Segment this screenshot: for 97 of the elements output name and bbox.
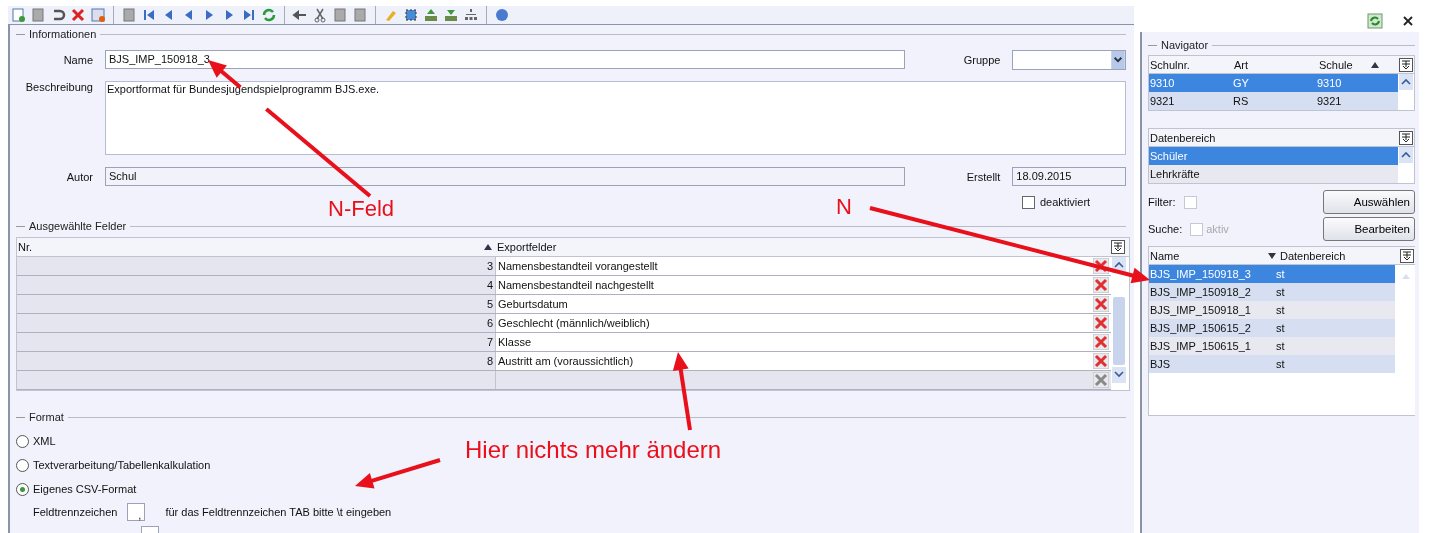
table-cell: 3 <box>17 257 496 275</box>
table-row[interactable]: 9310 GY 9310 <box>1149 74 1398 92</box>
delete-icon[interactable] <box>1093 334 1109 350</box>
checkbox-label: aktiv <box>1206 223 1229 235</box>
new-icon[interactable] <box>10 7 26 23</box>
field-label: Erstellt <box>965 170 1002 183</box>
delete-icon[interactable] <box>1093 372 1109 388</box>
section-title: Informationen <box>29 28 97 40</box>
table-row[interactable]: BJS_IMP_150615_1 st <box>1149 337 1395 355</box>
field-label: Feldtrennzeichen <box>33 506 118 518</box>
column-chooser-icon[interactable] <box>1400 248 1414 263</box>
form-icon[interactable] <box>90 7 106 23</box>
select-icon[interactable] <box>403 7 419 23</box>
description-field[interactable]: Exportformat für Bundesjugendspielprogramm BJS.exe. <box>105 81 1126 155</box>
table-cell-text: 9310 <box>1149 76 1176 91</box>
table-cell: 6 <box>17 314 496 332</box>
table-cell: 7 <box>17 333 496 351</box>
delete-icon[interactable] <box>1093 296 1109 312</box>
field-label: Gruppe <box>962 53 1002 66</box>
field-label: Name <box>62 53 94 66</box>
table-cell-text: 9321 <box>1149 94 1176 109</box>
delete-icon[interactable] <box>1093 315 1109 331</box>
edit-button[interactable]: Bearbeiten <box>1323 217 1415 241</box>
refresh-icon[interactable] <box>261 7 277 23</box>
column-header[interactable]: Exportfelder <box>497 241 1111 253</box>
group-dropdown[interactable] <box>1012 49 1126 70</box>
delete-icon[interactable] <box>1093 277 1109 293</box>
field-label: Beschreibung <box>24 81 94 93</box>
list-item[interactable]: Schüler <box>1149 147 1398 165</box>
annotation-text: N <box>836 196 852 218</box>
refresh-icon[interactable] <box>1367 13 1383 29</box>
sort-ascending-icon <box>1371 61 1379 68</box>
column-header[interactable]: Art <box>1233 58 1318 71</box>
column-header[interactable]: Schule <box>1318 58 1371 71</box>
table-cell-text: 9321 <box>1316 94 1343 109</box>
last-icon[interactable] <box>241 7 257 23</box>
table-cell-text: 9310 <box>1316 76 1343 91</box>
table-cell-text: BJS_IMP_150918_3 <box>1149 267 1252 282</box>
table-row[interactable]: BJS_IMP_150918_1 st <box>1149 301 1395 319</box>
section-title: Format <box>29 411 64 423</box>
scrollbar[interactable] <box>1111 257 1127 383</box>
download-icon[interactable] <box>443 7 459 23</box>
column-header[interactable]: Name <box>1149 249 1268 262</box>
first-icon[interactable] <box>141 7 157 23</box>
table-cell: 5 <box>17 295 496 313</box>
name-field[interactable]: BJS_IMP_150918_3 <box>105 50 906 69</box>
column-chooser-icon[interactable] <box>1399 130 1413 145</box>
table-cell-text: RS <box>1232 94 1250 109</box>
author-field[interactable]: Schul <box>105 167 906 186</box>
select-button[interactable]: Auswählen <box>1323 190 1415 214</box>
table-cell-text: BJS_IMP_150918_1 <box>1149 303 1252 318</box>
table-cell-text: st <box>1275 339 1285 354</box>
cut-icon[interactable] <box>312 7 328 23</box>
sort-ascending-icon <box>484 244 492 250</box>
column-chooser-icon[interactable] <box>1111 240 1125 254</box>
tree-icon[interactable] <box>463 7 479 23</box>
field-label: Autor <box>65 170 94 183</box>
table-cell-text: st <box>1275 321 1285 336</box>
table-cell-text: BJS_IMP_150918_2 <box>1149 285 1252 300</box>
table-row[interactable]: BJS_IMP_150918_2 st <box>1149 283 1395 301</box>
hint-text: für das Feldtrennzeichen TAB bitte \t eingeben <box>165 506 392 518</box>
back-arrow-icon[interactable] <box>292 7 308 23</box>
table-cell-text: GY <box>1232 76 1250 91</box>
table-cell-text: st <box>1275 357 1285 372</box>
search-label: Suche: <box>1148 223 1183 235</box>
table-cell-text: st <box>1275 303 1285 318</box>
checkbox[interactable] <box>1022 195 1035 209</box>
close-icon[interactable] <box>1403 16 1413 26</box>
list-item[interactable]: Lehrkräfte <box>1149 165 1398 183</box>
column-chooser-icon[interactable] <box>1399 57 1413 72</box>
table-cell-text: BJS <box>1149 357 1172 372</box>
section-title: Navigator <box>1161 39 1209 51</box>
table-cell-text: BJS_IMP_150615_1 <box>1149 339 1252 354</box>
checkbox-label: deaktiviert <box>1040 196 1091 208</box>
filter-label: Filter: <box>1148 196 1176 208</box>
delete-icon[interactable] <box>1093 353 1109 369</box>
delete-icon[interactable] <box>70 7 86 23</box>
table-row[interactable]: 9321 RS 9321 <box>1149 92 1398 110</box>
table-row[interactable]: BJS_IMP_150615_2 st <box>1149 319 1395 337</box>
table-cell: 4 <box>17 276 496 294</box>
upload-icon[interactable] <box>423 7 439 23</box>
table-cell-text: BJS_IMP_150615_2 <box>1149 321 1252 336</box>
sort-descending-icon <box>1268 252 1276 259</box>
table-cell: 8 <box>17 352 496 370</box>
table-cell-text: st <box>1275 285 1285 300</box>
annotation-text: N-Feld <box>328 198 394 220</box>
dropdown-icon <box>1111 50 1125 69</box>
radio-option[interactable]: Eigenes CSV-Format <box>16 482 1126 496</box>
section-title: Ausgewählte Felder <box>29 220 127 232</box>
created-date-field[interactable]: 18.09.2015 <box>1012 167 1126 186</box>
column-header[interactable]: Datenbereich <box>1279 249 1346 262</box>
column-header[interactable]: Nr. <box>17 241 484 253</box>
table-cell-text: st <box>1275 267 1285 282</box>
table-row[interactable]: BJS st <box>1149 355 1395 373</box>
column-header[interactable]: Schulnr. <box>1149 58 1233 71</box>
separator-field[interactable]: , <box>127 503 146 521</box>
table-row[interactable]: BJS_IMP_150918_3 st <box>1149 265 1395 283</box>
